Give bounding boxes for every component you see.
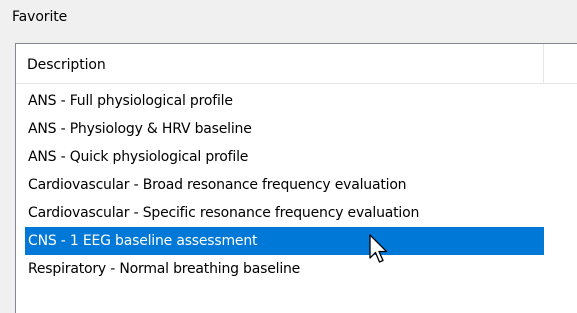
list-item[interactable]: Cardiovascular - Broad resonance frequen… [25,171,544,199]
favorite-list[interactable]: Description ANS - Full physiological pro… [15,43,577,313]
column-header-filler [544,44,577,84]
list-header: Description [16,44,577,84]
list-item[interactable]: Cardiovascular - Specific resonance freq… [25,199,544,227]
list-item-selected[interactable]: CNS - 1 EEG baseline assessment [25,227,544,255]
list-item[interactable]: ANS - Physiology & HRV baseline [25,115,544,143]
column-header-description[interactable]: Description [16,44,544,84]
favorite-group-label: Favorite [12,9,68,25]
list-item[interactable]: ANS - Quick physiological profile [25,143,544,171]
list-rows: ANS - Full physiological profile ANS - P… [25,87,544,283]
list-item[interactable]: ANS - Full physiological profile [25,87,544,115]
mouse-pointer-icon [369,234,388,263]
list-item[interactable]: Respiratory - Normal breathing baseline [25,255,544,283]
